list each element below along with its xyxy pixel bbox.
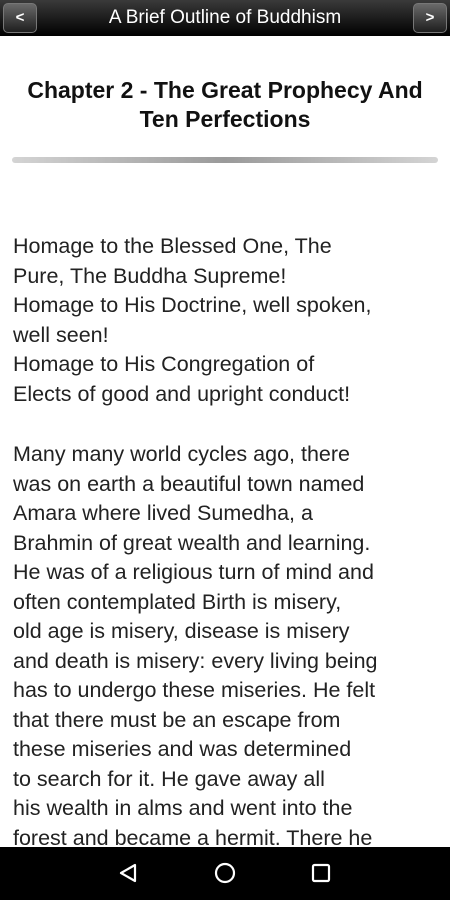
text-line: has to undergo these miseries. He felt xyxy=(13,678,376,702)
text-line: Homage to His Doctrine, well spoken, xyxy=(13,293,372,317)
chapter-title-line: Ten Perfections xyxy=(139,106,311,132)
text-line: old age is misery, disease is misery xyxy=(13,619,350,643)
top-toolbar: < A Brief Outline of Buddhism > xyxy=(0,0,450,36)
text-line: these miseries and was determined xyxy=(13,737,352,761)
text-line: Pure, The Buddha Supreme! xyxy=(13,263,287,288)
text-line: and death is misery: every living being xyxy=(13,648,378,673)
text-line: his wealth in alms and went into the xyxy=(13,796,353,820)
text-line: often contemplated Birth is misery, xyxy=(13,589,342,614)
next-chapter-button[interactable]: > xyxy=(413,3,447,33)
circle-home-icon xyxy=(214,862,236,884)
square-recents-icon xyxy=(311,863,331,883)
chapter-title: Chapter 2 - The Great Prophecy And Ten P… xyxy=(10,76,440,134)
text-line: Amara where lived Sumedha, a xyxy=(13,501,313,525)
reader-screen: < A Brief Outline of Buddhism > Chapter … xyxy=(0,0,450,900)
system-navigation-bar xyxy=(0,847,450,900)
back-button[interactable] xyxy=(108,855,148,891)
text-line: Homage to His Congregation of xyxy=(13,352,315,376)
chapter-content[interactable]: Chapter 2 - The Great Prophecy And Ten P… xyxy=(0,36,450,847)
home-button[interactable] xyxy=(205,855,245,891)
text-line: forest and became a hermit. There he xyxy=(13,825,373,848)
triangle-back-icon xyxy=(119,863,137,883)
text-line: Elects of good and upright conduct! xyxy=(13,381,351,406)
previous-chapter-button[interactable]: < xyxy=(3,3,37,33)
title-divider xyxy=(12,157,438,163)
recents-button[interactable] xyxy=(301,855,341,891)
text-line: Homage to the Blessed One, The xyxy=(13,234,332,258)
app-title: A Brief Outline of Buddhism xyxy=(108,7,342,28)
text-line: Brahmin of great wealth and learning. xyxy=(13,530,371,555)
homage-paragraph: Homage to the Blessed One, The Pure, The… xyxy=(13,232,438,409)
chapter-title-line: Chapter 2 - The Great Prophecy And xyxy=(27,77,423,103)
story-paragraph: Many many world cycles ago, there was on… xyxy=(13,440,438,847)
text-line: that there must be an escape from xyxy=(13,707,341,732)
text-line: to search for it. He gave away all xyxy=(13,766,325,791)
text-line: He was of a religious turn of mind and xyxy=(13,560,374,584)
text-line: well seen! xyxy=(13,322,109,347)
text-line: Many many world cycles ago, there xyxy=(13,442,350,466)
text-line: was on earth a beautiful town named xyxy=(13,471,365,496)
